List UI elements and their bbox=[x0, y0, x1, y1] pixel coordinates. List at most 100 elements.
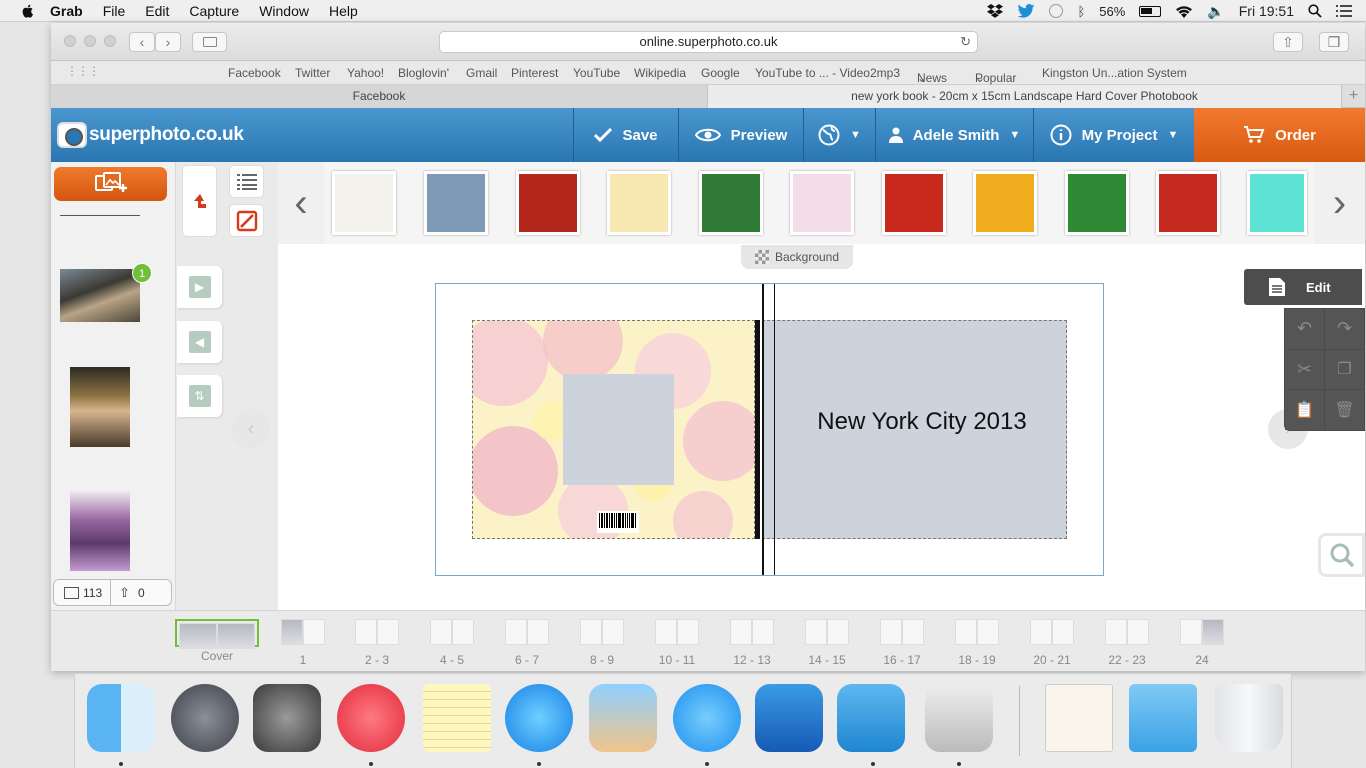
itunes-icon[interactable] bbox=[337, 684, 405, 752]
iphoto-icon[interactable] bbox=[589, 684, 657, 752]
reload-icon[interactable]: ↻ bbox=[960, 32, 971, 52]
swap-pages-button[interactable]: ⇅ bbox=[177, 375, 222, 417]
share-button[interactable]: ⇧ bbox=[1273, 32, 1303, 52]
twitter-app-icon[interactable] bbox=[837, 684, 905, 752]
close-window-button[interactable] bbox=[64, 35, 76, 47]
menu-capture[interactable]: Capture bbox=[189, 3, 239, 19]
save-button[interactable]: Save bbox=[573, 108, 678, 162]
photo-thumbnail-2[interactable] bbox=[70, 367, 130, 447]
background-swatch[interactable] bbox=[790, 171, 854, 235]
word-icon[interactable] bbox=[755, 684, 823, 752]
my-project-button[interactable]: My Project ▼ bbox=[1033, 108, 1194, 162]
cover-title-text[interactable]: New York City 2013 bbox=[771, 408, 1073, 436]
clear-background-button[interactable] bbox=[229, 204, 264, 237]
background-swatch[interactable] bbox=[424, 171, 488, 235]
top-sites-grid-icon[interactable]: ⋮⋮⋮ bbox=[66, 64, 100, 78]
downloads-stack-icon[interactable] bbox=[1045, 684, 1113, 752]
page-thumb[interactable]: 18 - 19 bbox=[955, 619, 999, 667]
menu-grab[interactable]: Grab bbox=[50, 3, 83, 19]
notes-icon[interactable] bbox=[423, 684, 491, 752]
page-thumb[interactable]: 6 - 7 bbox=[505, 619, 549, 667]
order-button[interactable]: Order bbox=[1194, 108, 1365, 162]
safari-icon[interactable] bbox=[505, 684, 573, 752]
bookmark-pinterest[interactable]: Pinterest bbox=[511, 66, 558, 80]
page-thumb[interactable]: 20 - 21 bbox=[1030, 619, 1074, 667]
bookmark-twitter[interactable]: Twitter bbox=[295, 66, 330, 80]
menu-file[interactable]: File bbox=[103, 3, 126, 19]
background-swatch[interactable] bbox=[516, 171, 580, 235]
menu-edit[interactable]: Edit bbox=[145, 3, 169, 19]
paste-button[interactable]: 📋 bbox=[1285, 390, 1324, 430]
user-menu-button[interactable]: Adele Smith ▼ bbox=[875, 108, 1033, 162]
background-swatch[interactable] bbox=[1065, 171, 1129, 235]
dropbox-icon[interactable] bbox=[987, 4, 1004, 18]
superphoto-logo[interactable]: superphoto.co.uk bbox=[57, 122, 244, 148]
preview-button[interactable]: Preview bbox=[678, 108, 803, 162]
forward-button[interactable]: › bbox=[155, 32, 181, 52]
menu-help[interactable]: Help bbox=[329, 3, 358, 19]
photo-thumbnail-1[interactable] bbox=[60, 269, 140, 322]
background-swatch[interactable] bbox=[882, 171, 946, 235]
background-tab[interactable]: Background bbox=[741, 245, 853, 269]
page-thumb[interactable]: 4 - 5 bbox=[430, 619, 474, 667]
battery-icon[interactable] bbox=[1139, 5, 1162, 17]
background-swatch[interactable] bbox=[699, 171, 763, 235]
background-swatch[interactable] bbox=[973, 171, 1037, 235]
delete-button[interactable]: 🗑 bbox=[1325, 390, 1364, 430]
page-thumb[interactable]: 8 - 9 bbox=[580, 619, 624, 667]
copy-button[interactable]: ❐ bbox=[1325, 349, 1364, 390]
bookmark-google[interactable]: Google bbox=[701, 66, 740, 80]
bookmark-youtube[interactable]: YouTube bbox=[573, 66, 620, 80]
zoom-button[interactable] bbox=[1318, 533, 1365, 577]
background-swatch[interactable] bbox=[1156, 171, 1220, 235]
page-thumb[interactable]: 24 bbox=[1180, 619, 1224, 667]
bookmark-bloglovin[interactable]: Bloglovin' bbox=[398, 66, 449, 80]
messages-icon[interactable] bbox=[673, 684, 741, 752]
minimize-window-button[interactable] bbox=[84, 35, 96, 47]
list-view-button[interactable] bbox=[229, 165, 264, 198]
finder-icon[interactable] bbox=[87, 684, 155, 752]
language-button[interactable]: ▼ bbox=[803, 108, 875, 162]
bookmark-gmail[interactable]: Gmail bbox=[466, 66, 497, 80]
page-thumb[interactable]: 22 - 23 bbox=[1105, 619, 1149, 667]
tabs-overview-button[interactable]: ❐ bbox=[1319, 32, 1349, 52]
page-thumb[interactable]: 2 - 3 bbox=[355, 619, 399, 667]
edit-panel-header[interactable]: Edit bbox=[1241, 266, 1365, 308]
back-photo-placeholder[interactable] bbox=[563, 374, 674, 485]
backgrounds-prev-button[interactable]: ‹ bbox=[278, 162, 324, 244]
page-thumb[interactable]: 1 bbox=[281, 619, 325, 667]
background-swatch[interactable] bbox=[332, 171, 396, 235]
volume-icon[interactable]: 🔈 bbox=[1207, 3, 1224, 20]
zoom-window-button[interactable] bbox=[104, 35, 116, 47]
system-preferences-icon[interactable] bbox=[253, 684, 321, 752]
bookmark-yahoo[interactable]: Yahoo! bbox=[347, 66, 384, 80]
bookmark-kingston[interactable]: Kingston Un...ation System bbox=[1042, 66, 1187, 80]
new-tab-button[interactable]: + bbox=[1341, 85, 1365, 108]
previous-page-button[interactable]: ◀ bbox=[177, 321, 222, 363]
next-page-button[interactable]: ▶ bbox=[177, 266, 222, 308]
stage-prev-button[interactable]: ‹ bbox=[231, 409, 271, 449]
page-thumb[interactable]: 14 - 15 bbox=[805, 619, 849, 667]
move-up-button[interactable] bbox=[182, 165, 217, 237]
time-machine-icon[interactable] bbox=[1049, 4, 1064, 18]
bookmark-youtube-to-mp3[interactable]: YouTube to ... - Video2mp3 bbox=[755, 66, 900, 80]
bluetooth-icon[interactable]: ᛒ bbox=[1077, 4, 1085, 19]
back-button[interactable]: ‹ bbox=[129, 32, 155, 52]
bookmark-facebook[interactable]: Facebook bbox=[228, 66, 281, 80]
background-swatch[interactable] bbox=[607, 171, 671, 235]
trash-icon[interactable] bbox=[1215, 684, 1283, 752]
clock[interactable]: Fri 19:51 bbox=[1239, 3, 1294, 19]
spotlight-search-icon[interactable] bbox=[1308, 4, 1322, 18]
wifi-icon[interactable] bbox=[1175, 5, 1193, 18]
launchpad-icon[interactable] bbox=[171, 684, 239, 752]
documents-folder-icon[interactable] bbox=[1129, 684, 1197, 752]
grab-icon[interactable] bbox=[925, 684, 993, 752]
redo-button[interactable]: ↷ bbox=[1325, 309, 1364, 349]
page-thumb[interactable]: 12 - 13 bbox=[730, 619, 774, 667]
cut-button[interactable]: ✂ bbox=[1285, 349, 1324, 390]
background-swatch[interactable] bbox=[1247, 171, 1307, 235]
apple-icon[interactable] bbox=[20, 3, 36, 19]
photo-thumbnail-3[interactable] bbox=[70, 491, 130, 571]
add-photos-button[interactable] bbox=[54, 167, 167, 201]
page-thumb-cover[interactable]: Cover bbox=[175, 619, 259, 663]
